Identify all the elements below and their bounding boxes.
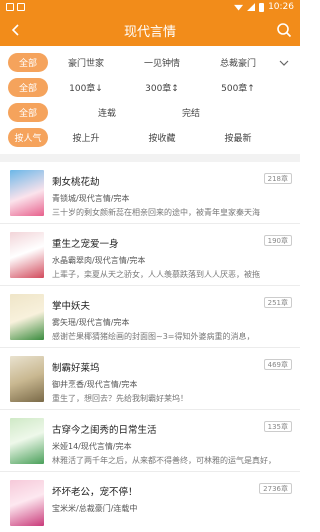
filter-option-500[interactable]: 500章↑	[215, 81, 261, 94]
filter-chip-sort-popular[interactable]: 按人气	[8, 128, 48, 147]
book-title: 重生之宠爱一身	[52, 239, 119, 250]
chevron-down-icon	[279, 60, 289, 66]
book-meta: 雾矢瑶/现代言情/完本	[52, 318, 130, 327]
book-cover	[10, 294, 44, 340]
filter-option-serial[interactable]: 连载	[92, 106, 122, 119]
filter-option-newest[interactable]: 按最新	[218, 131, 257, 144]
filter-option-favorites[interactable]: 按收藏	[142, 131, 181, 144]
book-title: 剩女桃花劫	[52, 177, 100, 188]
book-item[interactable]: 重生之宠爱一身 水晶霸翠肉/现代言情/完本 上辈子，栾夏从天之骄女，人人羡慕跌落…	[0, 224, 300, 286]
filter-panel: 全部 豪门世家 一见钟情 总裁豪门 全部 100章↓ 300章↕ 500章↑ 全…	[0, 46, 300, 162]
chapter-count-badge: 135章	[263, 421, 292, 432]
filter-options-sort: 按上升 按收藏 按最新	[48, 131, 276, 144]
notification-icon-2	[17, 3, 25, 11]
chapter-count-badge: 2736章	[259, 483, 292, 494]
expand-button[interactable]	[276, 60, 292, 66]
book-info: 重生之宠爱一身 水晶霸翠肉/现代言情/完本 上辈子，栾夏从天之骄女，人人羡慕跌落…	[52, 232, 290, 285]
filter-option-100[interactable]: 100章↓	[63, 81, 109, 94]
filter-option-haomen[interactable]: 豪门世家	[62, 56, 110, 69]
book-title: 坏坏老公，宠不停！	[52, 487, 138, 498]
status-right: 10:26	[234, 2, 294, 12]
filter-option-zongcai[interactable]: 总裁豪门	[214, 56, 262, 69]
wifi-icon	[234, 4, 244, 11]
filter-chip-category-all[interactable]: 全部	[8, 53, 48, 72]
status-bar: 10:26	[0, 0, 300, 14]
book-desc: 感谢芒果椰猜猪绘画的封面图~3=得知外婆病重的消息，	[52, 332, 255, 341]
book-desc: 重生了，想回去？先给我制霸好莱坞！	[52, 394, 188, 403]
filter-row-category: 全部 豪门世家 一见钟情 总裁豪门	[0, 50, 300, 75]
book-meta: 宝米米/总裁豪门/连载中	[52, 504, 138, 513]
book-cover	[10, 170, 44, 216]
book-cover	[10, 356, 44, 402]
book-info: 古穿今之闺秀的日常生活 米娅14/现代言情/完本 林雅活了两千年之后，从来都不得…	[52, 418, 290, 471]
book-cover	[10, 480, 44, 526]
search-button[interactable]	[276, 22, 292, 38]
book-cover	[10, 232, 44, 278]
book-meta: 御井烹香/现代言情/完本	[52, 380, 138, 389]
book-info: 掌中妖夫 雾矢瑶/现代言情/完本 感谢芒果椰猜猪绘画的封面图~3=得知外婆病重的…	[52, 294, 290, 347]
notification-icon	[6, 3, 14, 11]
status-left	[6, 3, 25, 11]
book-meta: 米娅14/现代言情/完本	[52, 442, 132, 451]
book-meta: 水晶霸翠肉/现代言情/完本	[52, 256, 146, 265]
back-button[interactable]	[8, 22, 24, 38]
book-title: 古穿今之闺秀的日常生活	[52, 425, 157, 436]
book-info: 制霸好莱坞 御井烹香/现代言情/完本 重生了，想回去？先给我制霸好莱坞！	[52, 356, 290, 409]
filter-chip-status-all[interactable]: 全部	[8, 103, 48, 122]
book-item[interactable]: 坏坏老公，宠不停！ 宝米米/总裁豪门/连载中 2736章	[0, 472, 300, 532]
chevron-left-icon	[11, 24, 19, 36]
filter-row-sort: 按人气 按上升 按收藏 按最新	[0, 125, 300, 150]
filter-options-length: 100章↓ 300章↕ 500章↑	[48, 81, 276, 94]
filter-chip-length-all[interactable]: 全部	[8, 78, 48, 97]
book-cover	[10, 418, 44, 464]
filter-option-yijian[interactable]: 一见钟情	[138, 56, 186, 69]
battery-icon	[259, 2, 265, 12]
filter-row-status: 全部 连载 完结	[0, 100, 300, 125]
book-item[interactable]: 剩女桃花劫 青锁城/现代言情/完本 三十岁的剩女颜新蕊在相亲回来的途中，被青年皇…	[0, 162, 300, 224]
filter-options-status: 连载 完结	[48, 106, 276, 119]
status-time: 10:26	[268, 2, 294, 12]
chapter-count-badge: 251章	[263, 297, 292, 308]
filter-option-complete[interactable]: 完结	[176, 106, 206, 119]
filter-option-300[interactable]: 300章↕	[139, 81, 185, 94]
signal-icon	[247, 3, 256, 11]
chapter-count-badge: 218章	[263, 173, 292, 184]
book-info: 坏坏老公，宠不停！ 宝米米/总裁豪门/连载中	[52, 480, 290, 532]
chapter-count-badge: 469章	[263, 359, 292, 370]
book-desc: 三十岁的剩女颜新蕊在相亲回来的途中，被青年皇家秦天海	[52, 208, 260, 217]
book-desc: 林雅活了两千年之后，从来都不得善终，可林雅的运气是真好，	[52, 456, 276, 465]
book-item[interactable]: 掌中妖夫 雾矢瑶/现代言情/完本 感谢芒果椰猜猪绘画的封面图~3=得知外婆病重的…	[0, 286, 300, 348]
book-item[interactable]: 古穿今之闺秀的日常生活 米娅14/现代言情/完本 林雅活了两千年之后，从来都不得…	[0, 410, 300, 472]
filter-options-category: 豪门世家 一见钟情 总裁豪门	[48, 56, 276, 69]
book-list: 剩女桃花劫 青锁城/现代言情/完本 三十岁的剩女颜新蕊在相亲回来的途中，被青年皇…	[0, 162, 300, 532]
app-bar: 现代言情	[0, 14, 300, 46]
filter-option-rising[interactable]: 按上升	[66, 131, 105, 144]
book-desc: 上辈子，栾夏从天之骄女，人人羡慕跌落到人人厌恶，被拖	[52, 270, 260, 279]
search-icon	[277, 23, 292, 38]
chapter-count-badge: 190章	[263, 235, 292, 246]
book-info: 剩女桃花劫 青锁城/现代言情/完本 三十岁的剩女颜新蕊在相亲回来的途中，被青年皇…	[52, 170, 290, 223]
book-item[interactable]: 制霸好莱坞 御井烹香/现代言情/完本 重生了，想回去？先给我制霸好莱坞！ 469…	[0, 348, 300, 410]
book-title: 制霸好莱坞	[52, 363, 100, 374]
book-meta: 青锁城/现代言情/完本	[52, 194, 130, 203]
filter-row-length: 全部 100章↓ 300章↕ 500章↑	[0, 75, 300, 100]
book-title: 掌中妖夫	[52, 301, 91, 312]
page-title: 现代言情	[123, 24, 176, 40]
